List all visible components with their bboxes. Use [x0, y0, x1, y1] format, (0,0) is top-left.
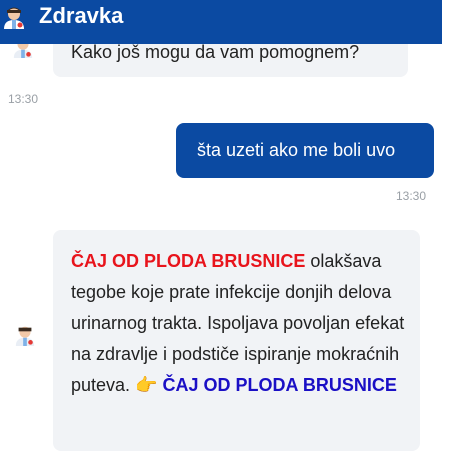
- bot-avatar-icon: [15, 326, 35, 346]
- message-timestamp: 13:30: [396, 189, 427, 203]
- chat-header: Zdravka: [0, 0, 442, 44]
- bot-message-bubble: ČAJ OD PLODA BRUSNICE olakšava tegobe ko…: [53, 230, 420, 451]
- message-body-text: olakšava tegobe koje prate infekcije don…: [71, 251, 405, 395]
- bot-message-text: ČAJ OD PLODA BRUSNICE olakšava tegobe ko…: [71, 246, 406, 401]
- pointing-hand-icon: 👉: [135, 375, 158, 395]
- user-message-bubble: šta uzeti ako me boli uvo: [176, 123, 434, 178]
- product-link[interactable]: ČAJ OD PLODA BRUSNICE: [162, 375, 396, 395]
- doctor-avatar-icon: [4, 7, 24, 29]
- chat-title: Zdravka: [39, 3, 124, 28]
- user-message-text: šta uzeti ako me boli uvo: [197, 140, 396, 160]
- product-highlight-red: ČAJ OD PLODA BRUSNICE: [71, 251, 306, 271]
- message-timestamp: 13:30: [8, 92, 39, 106]
